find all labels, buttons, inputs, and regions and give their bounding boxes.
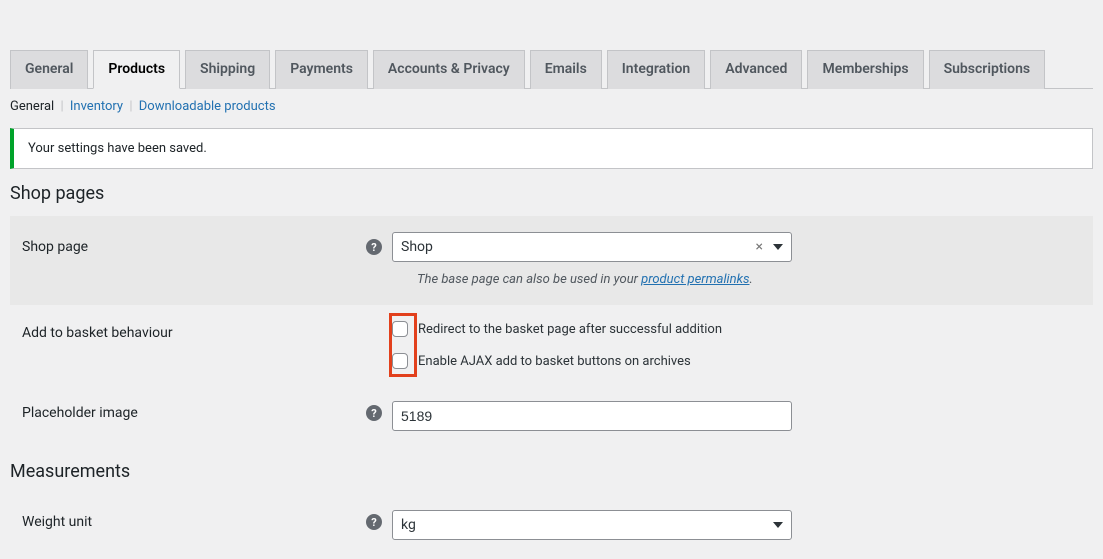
tab-integration[interactable]: Integration <box>607 50 705 89</box>
redirect-checkbox[interactable] <box>392 321 408 337</box>
shop-page-value: Shop <box>401 239 433 255</box>
tab-emails[interactable]: Emails <box>530 50 602 89</box>
subnav-inventory[interactable]: Inventory <box>70 99 123 114</box>
shop-page-row: Shop page ? Shop × The base page can als… <box>10 216 1093 305</box>
section-measurements: Measurements <box>10 461 1093 482</box>
ajax-checkbox[interactable] <box>392 353 408 369</box>
add-to-basket-row: Add to basket behaviour Redirect to the … <box>10 305 1093 385</box>
product-permalinks-link[interactable]: product permalinks <box>641 272 749 287</box>
shop-page-label: Shop page <box>22 239 88 255</box>
add-to-basket-label: Add to basket behaviour <box>22 325 173 341</box>
placeholder-image-input[interactable] <box>392 401 792 431</box>
tab-accounts-privacy[interactable]: Accounts & Privacy <box>373 50 525 89</box>
help-icon[interactable]: ? <box>366 514 382 530</box>
weight-unit-value: kg <box>401 517 416 533</box>
section-shop-pages: Shop pages <box>10 183 1093 204</box>
notice-text: Your settings have been saved. <box>28 141 207 156</box>
subnav-general[interactable]: General <box>10 99 54 114</box>
tab-shipping[interactable]: Shipping <box>185 50 270 89</box>
help-icon[interactable]: ? <box>366 239 382 255</box>
tab-products[interactable]: Products <box>93 50 180 89</box>
tab-payments[interactable]: Payments <box>275 50 368 89</box>
settings-tabs: General Products Shipping Payments Accou… <box>10 10 1093 89</box>
tab-advanced[interactable]: Advanced <box>710 50 802 89</box>
tab-memberships[interactable]: Memberships <box>807 50 923 89</box>
tab-subscriptions[interactable]: Subscriptions <box>929 50 1046 89</box>
redirect-label: Redirect to the basket page after succes… <box>418 322 722 337</box>
weight-unit-row: Weight unit ? kg <box>10 494 1093 556</box>
products-subnav: General | Inventory | Downloadable produ… <box>10 89 1093 122</box>
clear-icon[interactable]: × <box>752 239 767 255</box>
ajax-label: Enable AJAX add to basket buttons on arc… <box>418 354 691 369</box>
chevron-down-icon <box>773 522 783 528</box>
help-icon[interactable]: ? <box>366 405 382 421</box>
weight-unit-select[interactable]: kg <box>392 510 792 540</box>
placeholder-image-label: Placeholder image <box>22 405 138 421</box>
chevron-down-icon <box>773 244 783 250</box>
tab-general[interactable]: General <box>10 50 88 89</box>
placeholder-image-row: Placeholder image ? <box>10 385 1093 447</box>
weight-unit-label: Weight unit <box>22 514 92 530</box>
subnav-downloadable[interactable]: Downloadable products <box>139 99 276 114</box>
shop-page-select[interactable]: Shop × <box>392 232 792 262</box>
shop-page-desc: The base page can also be used in your p… <box>417 272 1081 287</box>
success-notice: Your settings have been saved. <box>10 128 1093 169</box>
